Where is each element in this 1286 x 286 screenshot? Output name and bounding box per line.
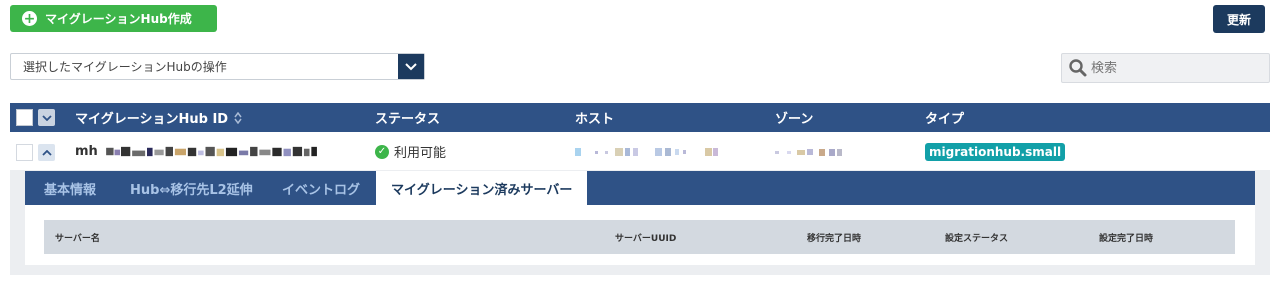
column-header-id[interactable]: マイグレーションHub ID: [75, 103, 242, 132]
column-server-name: サーバー名: [55, 233, 100, 244]
row-status-label: 利用可能: [394, 146, 447, 161]
row-expand-toggle[interactable]: [38, 144, 55, 161]
row-id: mh: [75, 132, 326, 171]
type-badge: migrationhub.small: [925, 142, 1066, 161]
column-configured-at: 設定完了日時: [1099, 233, 1154, 244]
select-all-checkbox[interactable]: [16, 109, 33, 126]
search-box: [1061, 53, 1270, 83]
bulk-action-placeholder: 選択したマイグレーションHubの操作: [23, 60, 227, 74]
plus-circle-icon: +: [22, 10, 37, 27]
detail-tabbar: 基本情報 Hub⇔移行先L2延伸 イベントログ マイグレーション済みサーバー: [25, 171, 1255, 205]
row-detail: 基本情報 Hub⇔移行先L2延伸 イベントログ マイグレーション済みサーバー サ…: [10, 171, 1270, 275]
migrated-servers-panel: サーバー名 サーバーUUID 移行完了日時 設定ステータス 設定完了日時: [25, 205, 1255, 265]
column-server-uuid: サーバーUUID: [615, 233, 677, 244]
bulk-action-select[interactable]: 選択したマイグレーションHubの操作: [10, 53, 425, 80]
tab-event-log[interactable]: イベントログ: [282, 171, 360, 205]
row-checkbox[interactable]: [16, 144, 33, 161]
check-circle-icon: ✓: [375, 144, 389, 159]
chevron-up-icon: [41, 149, 52, 156]
row-id-prefix: mh: [75, 144, 98, 159]
row-zone: [775, 132, 843, 171]
create-migration-hub-button[interactable]: + マイグレーションHub作成: [10, 5, 217, 32]
column-header-host: ホスト: [575, 112, 615, 127]
sort-icon[interactable]: [234, 111, 242, 124]
redacted-host-image: [575, 147, 718, 156]
table-header: マイグレーションHub ID ステータス ホスト ゾーン タイプ: [10, 103, 1270, 132]
chevron-down-icon[interactable]: [398, 54, 424, 79]
column-header-zone: ゾーン: [775, 112, 814, 127]
create-button-label: マイグレーションHub作成: [45, 12, 192, 26]
search-icon: [1069, 59, 1087, 77]
search-input[interactable]: [1091, 60, 1261, 76]
column-config-status: 設定ステータス: [945, 233, 1009, 244]
column-id-label: マイグレーションHub ID: [75, 112, 229, 127]
redacted-zone-image: [775, 148, 842, 156]
refresh-button[interactable]: 更新: [1213, 5, 1265, 33]
column-header-type: タイプ: [925, 112, 965, 127]
column-header-status: ステータス: [375, 112, 441, 127]
migrated-servers-table-header: サーバー名 サーバーUUID 移行完了日時 設定ステータス 設定完了日時: [44, 220, 1235, 254]
tab-basic-info[interactable]: 基本情報: [44, 171, 96, 205]
row-type: migrationhub.small: [925, 132, 1066, 171]
tab-l2-extension[interactable]: Hub⇔移行先L2延伸: [130, 171, 253, 205]
row-host: [575, 132, 720, 171]
chevron-down-icon: [41, 114, 52, 121]
tab-migrated-servers[interactable]: マイグレーション済みサーバー: [376, 171, 588, 205]
column-migrated-at: 移行完了日時: [807, 233, 862, 244]
row-status: ✓ 利用可能: [375, 132, 446, 171]
redacted-id-image: [105, 146, 317, 157]
table-row[interactable]: mh ✓ 利用可能 migrationhub.small: [10, 132, 1270, 171]
expand-all-toggle[interactable]: [38, 109, 55, 126]
